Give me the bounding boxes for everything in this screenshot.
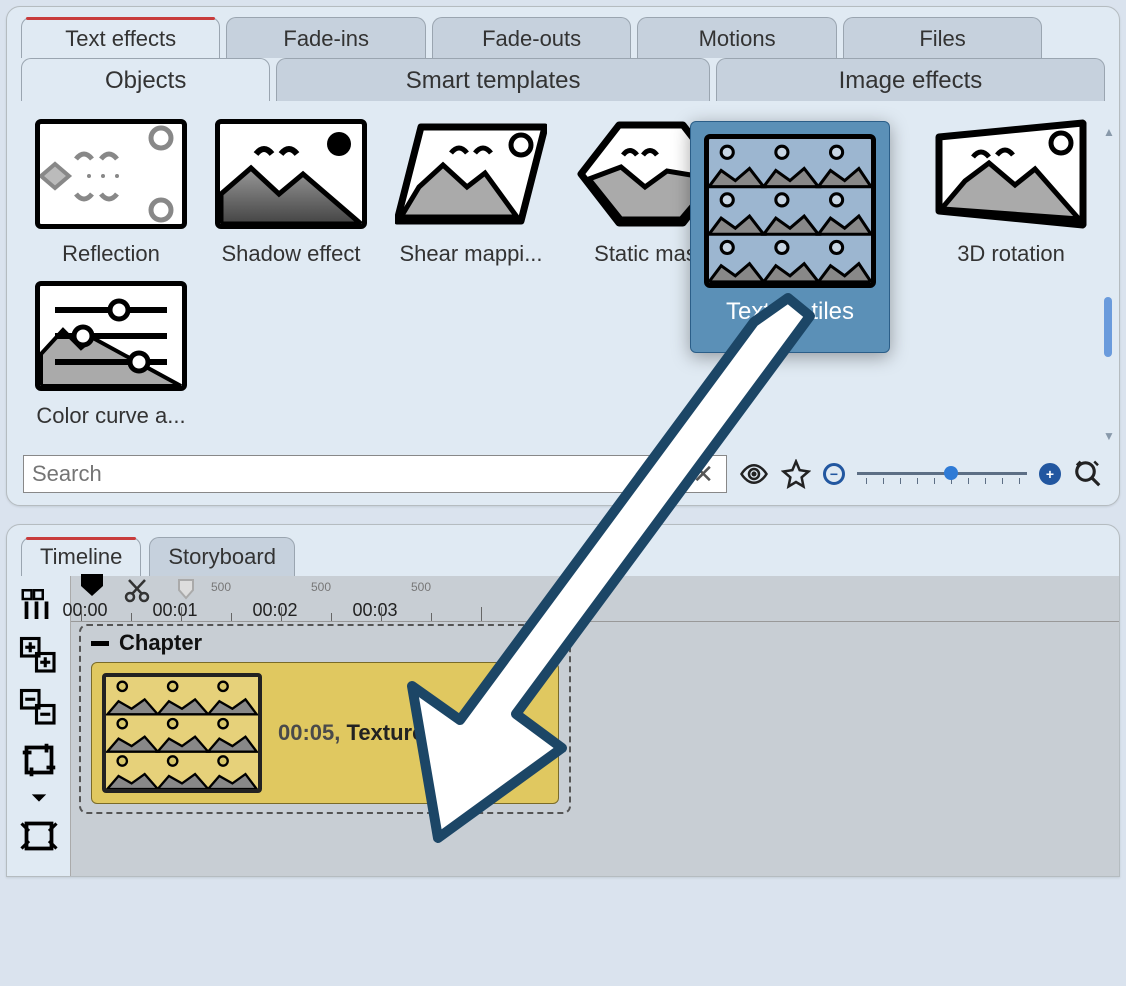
timeline-content: 00:00 500 00:01 500 00:02 500 00:03 — [7, 576, 1119, 876]
texture-tiles-label: Texture tiles — [691, 298, 889, 326]
zoom-slider-thumb[interactable] — [944, 466, 958, 480]
tab-timeline[interactable]: Timeline — [21, 537, 141, 576]
zoom-in-button[interactable]: + — [1039, 463, 1061, 485]
scroll-down-icon[interactable]: ▼ — [1103, 431, 1113, 443]
rotation-3d-label: 3D rotation — [931, 241, 1091, 277]
reflection-thumb — [35, 119, 187, 229]
shadow-effect-thumb — [215, 119, 367, 229]
tool-fit-icon[interactable] — [19, 816, 59, 856]
tool-add-track-icon[interactable] — [19, 636, 59, 676]
preview-eye-icon[interactable] — [739, 459, 769, 489]
favorite-star-icon[interactable] — [781, 459, 811, 489]
timeline-tools — [7, 576, 71, 876]
chapter-header[interactable]: Chapter — [81, 626, 569, 660]
texture-tiles-thumb — [704, 134, 876, 288]
color-curve-thumb — [35, 281, 187, 391]
clip-time: 00:05, — [278, 720, 340, 745]
zoom-slider[interactable] — [857, 462, 1027, 486]
tool-crop-icon[interactable] — [19, 740, 59, 780]
category-tabs-row-2: Objects Smart templates Image effects — [7, 58, 1119, 101]
gallery-item-shear-mapping[interactable]: Shear mappi... — [391, 119, 551, 277]
tool-split-icon[interactable] — [19, 584, 59, 624]
shear-mapping-thumb — [395, 119, 547, 229]
rotation-3d-thumb — [935, 119, 1087, 229]
shadow-effect-label: Shadow effect — [211, 241, 371, 277]
ruler-ms-2: 500 — [411, 580, 431, 594]
effects-panel: Text effects Fade-ins Fade-outs Motions … — [6, 6, 1120, 506]
tool-remove-track-icon[interactable] — [19, 688, 59, 728]
tab-motions[interactable]: Motions — [637, 17, 836, 58]
scroll-handle[interactable] — [1104, 297, 1112, 357]
tab-image-effects[interactable]: Image effects — [716, 58, 1105, 101]
zoom-fit-icon[interactable] — [1073, 459, 1103, 489]
search-input[interactable] — [30, 460, 686, 488]
reflection-label: Reflection — [31, 241, 191, 277]
gallery-item-reflection[interactable]: Reflection — [31, 119, 191, 277]
category-tabs-row-1: Text effects Fade-ins Fade-outs Motions … — [7, 7, 1119, 58]
collapse-icon[interactable] — [91, 641, 109, 646]
gallery-item-3d-rotation[interactable]: 3D rotation — [931, 119, 1091, 277]
timeline-ruler[interactable]: 00:00 500 00:01 500 00:02 500 00:03 — [71, 576, 1119, 622]
marker-icon[interactable] — [175, 578, 197, 600]
tool-expand-icon[interactable] — [19, 792, 59, 804]
playhead-icon[interactable] — [79, 572, 105, 598]
gallery-item-shadow-effect[interactable]: Shadow effect — [211, 119, 371, 277]
gallery-scrollbar[interactable]: ▲ ▼ — [1103, 127, 1113, 443]
clip-thumb — [102, 673, 262, 793]
clip-name: Texture tiles — [347, 720, 475, 745]
tab-storyboard[interactable]: Storyboard — [149, 537, 295, 576]
timeline-panel: Timeline Storyboard — [6, 524, 1120, 877]
color-curve-label: Color curve a... — [31, 403, 191, 439]
tab-files[interactable]: Files — [843, 17, 1042, 58]
gallery-item-color-curve[interactable]: Color curve a... — [31, 281, 191, 439]
clip-label: 00:05, Texture tiles — [278, 720, 475, 746]
clear-search-icon[interactable]: ✕ — [686, 459, 720, 490]
timeline-tabs: Timeline Storyboard — [7, 525, 1119, 576]
tab-objects[interactable]: Objects — [21, 58, 270, 101]
ruler-ms-1: 500 — [311, 580, 331, 594]
tab-fade-outs[interactable]: Fade-outs — [432, 17, 631, 58]
scroll-up-icon[interactable]: ▲ — [1103, 127, 1113, 139]
scissors-icon[interactable] — [123, 576, 151, 604]
gallery-item-texture-tiles-selected[interactable]: Texture tiles — [690, 121, 890, 353]
ruler-ms-0: 500 — [211, 580, 231, 594]
timeline-clip[interactable]: 00:05, Texture tiles — [91, 662, 559, 804]
effects-gallery: Reflection Shadow effect — [7, 101, 1119, 449]
zoom-out-button[interactable]: − — [823, 463, 845, 485]
tab-text-effects[interactable]: Text effects — [21, 17, 220, 58]
search-toolbar: ✕ − + — [7, 449, 1119, 493]
timeline-track-area[interactable]: 00:00 500 00:01 500 00:02 500 00:03 — [71, 576, 1119, 876]
tab-fade-ins[interactable]: Fade-ins — [226, 17, 425, 58]
tab-smart-templates[interactable]: Smart templates — [276, 58, 710, 101]
chapter-label: Chapter — [119, 630, 202, 656]
search-box[interactable]: ✕ — [23, 455, 727, 493]
chapter-block[interactable]: Chapter — [79, 624, 571, 814]
shear-mapping-label: Shear mappi... — [391, 241, 551, 277]
